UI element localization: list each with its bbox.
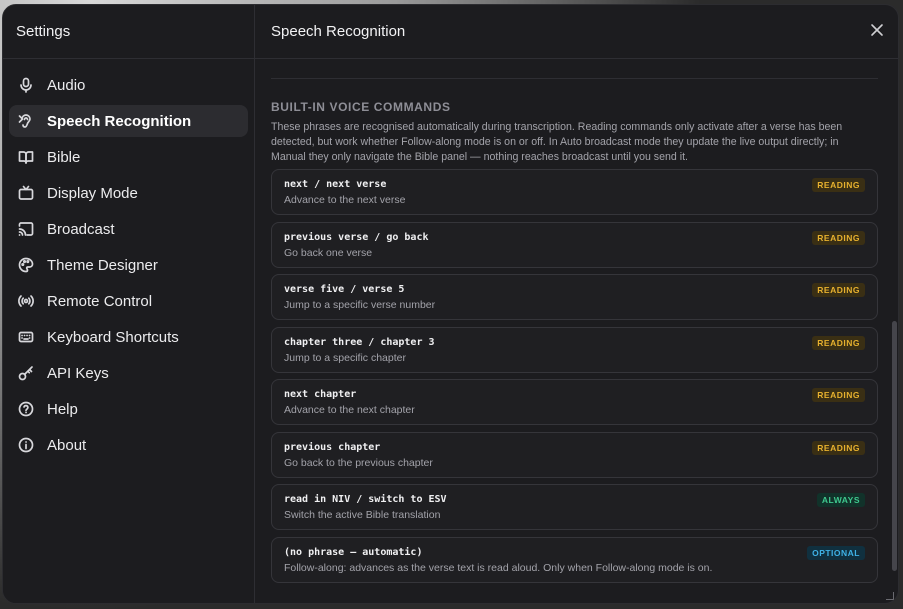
command-description: Advance to the next verse [284, 194, 406, 206]
microphone-icon [17, 76, 35, 94]
command-description: Go back one verse [284, 246, 373, 259]
cast-icon [17, 220, 35, 238]
sidebar-item-label: Bible [47, 148, 81, 166]
sidebar-item-label: Theme Designer [47, 256, 158, 274]
resize-grip-icon[interactable] [886, 592, 894, 600]
sidebar-item-display-mode[interactable]: Display Mode [9, 177, 248, 209]
key-icon [17, 364, 35, 382]
reading-badge: READING [812, 440, 865, 455]
command-phrase: previous verse / go back [284, 231, 429, 243]
command-item: (no phrase — automatic) Follow-along: ad… [271, 536, 878, 583]
sidebar-item-broadcast[interactable]: Broadcast [9, 213, 248, 245]
command-item: previous verse / go back Go back one ver… [271, 221, 878, 268]
sidebar-item-label: Broadcast [47, 220, 115, 238]
command-phrase: next / next verse [284, 179, 387, 190]
sidebar-item-remote-control[interactable]: Remote Control [9, 285, 248, 317]
command-item: read in NIV / switch to ESV Switch the a… [271, 484, 878, 530]
sidebar-item-api-keys[interactable]: API Keys [9, 357, 248, 389]
page-title-text: Speech Recognition [271, 23, 406, 40]
keyboard-icon [17, 328, 35, 346]
sidebar-item-speech-recognition[interactable]: Speech Recognition [9, 105, 248, 137]
command-list: next / next verse Advance to the next ve… [271, 169, 878, 583]
sidebar-item-label: Help [47, 400, 78, 418]
optional-badge: OPTIONAL [807, 545, 865, 560]
command-phrase: next chapter [284, 389, 357, 400]
reading-badge: READING [812, 230, 865, 245]
scrollbar-thumb[interactable] [892, 321, 897, 571]
command-description: Jump to a specific verse number [284, 299, 436, 311]
command-description: Jump to a specific chapter [284, 351, 406, 364]
sidebar-item-label: Display Mode [47, 184, 138, 202]
command-description: Go back to the previous chapter [284, 456, 433, 469]
command-item: chapter three / chapter 3 Jump to a spec… [271, 326, 878, 373]
page-title: Speech Recognition [255, 5, 898, 59]
command-phrase: (no phrase — automatic) [284, 546, 423, 558]
command-description: Switch the active Bible translation [284, 509, 441, 521]
command-item: next chapter Advance to the next chapter… [271, 379, 878, 425]
close-button[interactable] [866, 19, 888, 41]
sidebar-item-label: Keyboard Shortcuts [47, 328, 179, 346]
content-scroll-area[interactable]: BUILT-IN VOICE COMMANDS These phrases ar… [255, 60, 898, 603]
radio-icon [17, 292, 35, 310]
sidebar-item-label: Remote Control [47, 292, 153, 310]
sidebar-item-keyboard-shortcuts[interactable]: Keyboard Shortcuts [9, 321, 248, 353]
help-icon [17, 400, 35, 418]
command-item: previous chapter Go back to the previous… [271, 431, 878, 478]
sidebar-item-label: API Keys [47, 364, 109, 382]
command-description: Follow-along: advances as the verse text… [284, 561, 713, 574]
book-icon [17, 148, 35, 166]
always-badge: ALWAYS [816, 493, 865, 507]
sidebar-item-bible[interactable]: Bible [9, 141, 248, 173]
divider [271, 78, 878, 79]
sidebar-item-about[interactable]: About [9, 429, 248, 461]
main-panel: Speech Recognition BUILT-IN VOICE COMMAN… [255, 5, 898, 603]
command-phrase: read in NIV / switch to ESV [284, 494, 447, 505]
close-icon [871, 24, 883, 36]
command-phrase: verse five / verse 5 [284, 284, 405, 295]
sidebar-item-label: Audio [47, 76, 86, 94]
reading-badge: READING [812, 335, 865, 350]
sidebar: Settings Audio Speech Recognition Bible [3, 5, 255, 603]
command-item: verse five / verse 5 Jump to a specific … [271, 274, 878, 320]
sidebar-item-label: About [47, 436, 87, 454]
reading-badge: READING [812, 178, 865, 192]
section-description: These phrases are recognised automatical… [271, 121, 843, 163]
sidebar-item-theme-designer[interactable]: Theme Designer [9, 249, 248, 281]
settings-dialog: Settings Audio Speech Recognition Bible [2, 4, 899, 604]
command-phrase: previous chapter [284, 441, 381, 453]
palette-icon [17, 256, 35, 274]
sidebar-title: Settings [3, 5, 254, 59]
ear-icon [17, 112, 35, 130]
command-description: Advance to the next chapter [284, 404, 415, 416]
command-phrase: chapter three / chapter 3 [284, 336, 435, 348]
info-icon [17, 436, 35, 454]
sidebar-item-audio[interactable]: Audio [9, 69, 248, 101]
sidebar-item-label: Speech Recognition [47, 112, 192, 130]
section-title: BUILT-IN VOICE COMMANDS [271, 100, 451, 114]
reading-badge: READING [812, 388, 865, 402]
sidebar-item-help[interactable]: Help [9, 393, 248, 425]
reading-badge: READING [812, 283, 865, 297]
tv-icon [17, 184, 35, 202]
command-item: next / next verse Advance to the next ve… [271, 169, 878, 215]
sidebar-nav: Audio Speech Recognition Bible Display M… [3, 59, 254, 475]
